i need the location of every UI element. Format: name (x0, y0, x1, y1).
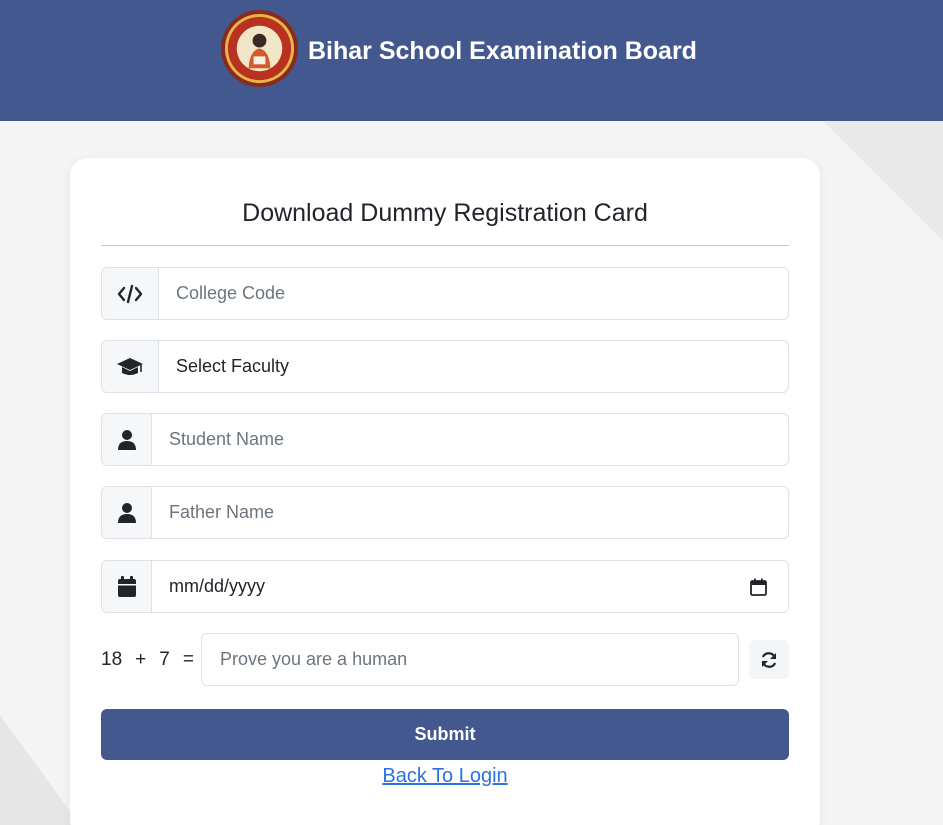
title-divider (101, 245, 789, 246)
college-code-input[interactable]: College Code (158, 267, 789, 320)
captcha-operator: + (135, 649, 147, 670)
captcha-placeholder: Prove you are a human (220, 649, 408, 669)
graduation-cap-icon (101, 340, 158, 393)
captcha-operand-b: 7 (159, 649, 170, 670)
father-name-input[interactable]: Father Name (151, 486, 789, 539)
faculty-group: Select Faculty (101, 340, 789, 393)
site-title: Bihar School Examination Board (308, 37, 697, 65)
bseb-emblem-icon (220, 9, 299, 88)
captcha-group: 18 +7 = Prove you are a human (101, 633, 789, 686)
student-name-group: Student Name (101, 413, 789, 466)
college-code-placeholder: College Code (176, 283, 286, 303)
student-name-input[interactable]: Student Name (151, 413, 789, 466)
captcha-expression: 18 +7 = (101, 649, 207, 671)
code-icon (101, 267, 158, 320)
captcha-answer-input[interactable]: Prove you are a human (201, 633, 739, 686)
calendar-picker-icon[interactable] (750, 578, 767, 596)
captcha-refresh-button[interactable] (749, 640, 789, 679)
father-name-group: Father Name (101, 486, 789, 539)
background-decoration-right (823, 121, 943, 241)
registration-card-form: Download Dummy Registration Card College… (70, 158, 820, 825)
site-header: Bihar School Examination Board (0, 0, 943, 121)
user-icon (101, 486, 151, 539)
form-title: Download Dummy Registration Card (242, 199, 648, 227)
back-to-login-link[interactable]: Back To Login (70, 765, 820, 788)
submit-button[interactable]: Submit (101, 709, 789, 760)
background-decoration-left (0, 715, 80, 825)
captcha-equals: = (182, 649, 194, 670)
dob-group: mm/dd/yyyy (101, 560, 789, 613)
faculty-select[interactable]: Select Faculty (158, 340, 789, 393)
dob-input[interactable]: mm/dd/yyyy (151, 560, 789, 613)
calendar-icon (101, 560, 151, 613)
captcha-operand-a: 18 (101, 649, 123, 670)
refresh-icon (761, 651, 777, 668)
dob-input-value: mm/dd/yyyy (169, 576, 266, 596)
faculty-select-value: Select Faculty (176, 356, 290, 376)
student-name-placeholder: Student Name (169, 429, 285, 449)
father-name-placeholder: Father Name (169, 502, 275, 522)
college-code-group: College Code (101, 267, 789, 320)
user-icon (101, 413, 151, 466)
